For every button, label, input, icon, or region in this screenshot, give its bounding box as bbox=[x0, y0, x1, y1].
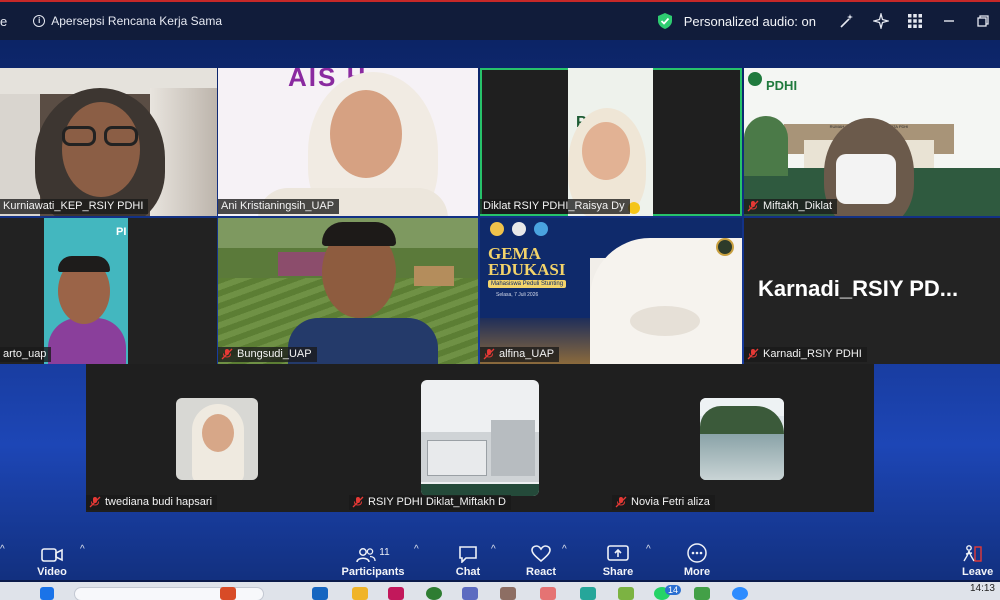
video-tile-active-speaker[interactable]: PDHI Diklat RSIY PDHI_Raisya Dy bbox=[480, 68, 742, 216]
profile-picture bbox=[421, 380, 539, 496]
participant-name-label: Diklat RSIY PDHI_Raisya Dy bbox=[480, 199, 630, 214]
leave-button[interactable]: Leave bbox=[962, 538, 1000, 582]
mic-muted-icon bbox=[483, 348, 495, 360]
video-tile-camera-off[interactable]: Karnadi_RSIY PD... Karnadi_RSIY PDHI bbox=[744, 218, 1000, 364]
profile-picture bbox=[700, 398, 784, 480]
video-tile[interactable]: Novia Fetri aliza bbox=[612, 364, 874, 512]
video-tile[interactable]: AIS H Ani Kristianingsih_UAP bbox=[218, 68, 478, 216]
participants-icon bbox=[356, 548, 376, 563]
sparkle-icon[interactable] bbox=[864, 4, 898, 38]
audio-options-caret-icon[interactable]: ^ bbox=[0, 544, 5, 555]
mic-muted-icon bbox=[89, 496, 101, 508]
zoom-app-icon[interactable] bbox=[732, 587, 748, 600]
background-banner-date: Selasa, 7 Juli 2026 bbox=[496, 292, 539, 298]
taskbar-app-icon[interactable] bbox=[500, 587, 516, 600]
video-tile[interactable]: PI arto_uap bbox=[0, 218, 217, 364]
share-screen-icon bbox=[607, 545, 629, 561]
gallery-strip: twediana budi hapsari RSIY PDHI Diklat_M… bbox=[86, 364, 874, 512]
mic-muted-icon bbox=[615, 496, 627, 508]
system-clock[interactable]: 14:13 bbox=[970, 583, 995, 594]
participant-name-label: RSIY PDHI Diklat_Miftakh D bbox=[349, 495, 511, 510]
browser-icon[interactable] bbox=[426, 587, 442, 600]
participant-name-label: twediana budi hapsari bbox=[86, 495, 218, 510]
camera-off-name-banner: Karnadi_RSIY PD... bbox=[758, 276, 959, 301]
participant-name-label: arto_uap bbox=[0, 347, 52, 362]
video-tile[interactable]: twediana budi hapsari bbox=[86, 364, 348, 512]
meeting-topic[interactable]: Apersepsi Rencana Kerja Sama bbox=[51, 14, 222, 28]
minimize-icon[interactable] bbox=[932, 4, 966, 38]
chat-options-caret-icon[interactable]: ^ bbox=[491, 544, 496, 555]
window-title-fragment: e bbox=[0, 13, 8, 29]
chat-icon bbox=[459, 546, 477, 563]
info-icon[interactable]: i bbox=[33, 15, 46, 27]
taskbar-app-icon[interactable] bbox=[462, 587, 478, 600]
video-tile[interactable]: PDHI RUMAH SAKIT ISLAM YOGYAKARTA PDHI M… bbox=[744, 68, 1000, 216]
video-options-caret-icon[interactable]: ^ bbox=[80, 544, 85, 555]
video-tile[interactable]: RSIY PDHI Diklat_Miftakh D bbox=[349, 364, 611, 512]
mic-muted-icon bbox=[747, 348, 759, 360]
profile-picture bbox=[176, 398, 258, 480]
taskbar-app-icon[interactable] bbox=[694, 587, 710, 600]
video-tile[interactable]: Bungsudi_UAP bbox=[218, 218, 478, 364]
notification-badge: 14 bbox=[665, 585, 682, 595]
mic-muted-icon bbox=[747, 200, 759, 212]
windows-start-icon[interactable] bbox=[40, 587, 54, 600]
participants-count: 11 bbox=[379, 547, 390, 558]
more-icon bbox=[687, 543, 707, 563]
grid-view-icon[interactable] bbox=[898, 4, 932, 38]
video-camera-icon bbox=[41, 548, 63, 562]
participant-name-label: Karnadi_RSIY PDHI bbox=[744, 347, 867, 362]
participant-name-label: Ani Kristianingsih_UAP bbox=[218, 199, 340, 214]
participant-name-label: Kurniawati_KEP_RSIY PDHI bbox=[0, 199, 149, 214]
mic-muted-icon bbox=[221, 348, 233, 360]
restore-icon[interactable] bbox=[966, 4, 1000, 38]
react-options-caret-icon[interactable]: ^ bbox=[562, 544, 567, 555]
heart-icon bbox=[531, 545, 551, 563]
leave-icon bbox=[963, 545, 982, 562]
taskbar-app-icon[interactable] bbox=[220, 587, 236, 600]
video-tile[interactable]: Kurniawati_KEP_RSIY PDHI bbox=[0, 68, 217, 216]
background-banner-title-2: EDUKASI bbox=[488, 260, 566, 279]
taskbar-app-icon[interactable] bbox=[312, 587, 328, 600]
taskbar-app-icon[interactable] bbox=[618, 587, 634, 600]
share-options-caret-icon[interactable]: ^ bbox=[646, 544, 651, 555]
more-button[interactable]: More bbox=[662, 538, 732, 582]
taskbar-app-icon[interactable] bbox=[388, 587, 404, 600]
meeting-stage: Kurniawati_KEP_RSIY PDHI AIS H Ani Krist… bbox=[0, 40, 1000, 580]
participant-name-label: Novia Fetri aliza bbox=[612, 495, 715, 510]
taskbar-app-icon[interactable] bbox=[580, 587, 596, 600]
video-tile[interactable]: GEMA EDUKASI Mahasiswa Peduli Stunting S… bbox=[480, 218, 742, 364]
participant-name-label: Miftakh_Diklat bbox=[744, 199, 838, 214]
participant-name-label: Bungsudi_UAP bbox=[218, 347, 317, 362]
title-bar: e i Apersepsi Rencana Kerja Sama Persona… bbox=[0, 0, 1000, 40]
file-explorer-icon[interactable] bbox=[352, 587, 368, 600]
os-taskbar: 14 14:13 bbox=[0, 582, 1000, 600]
meeting-toolbar: ^ Video ^ 11 Participants ^ Chat ^ React… bbox=[0, 538, 1000, 582]
background-logo-text: PDHI bbox=[766, 78, 798, 93]
taskbar-app-icon[interactable] bbox=[540, 587, 556, 600]
participants-button[interactable]: 11 Participants bbox=[338, 538, 408, 582]
mic-muted-icon bbox=[352, 496, 364, 508]
background-banner-subtitle: Mahasiswa Peduli Stunting bbox=[488, 280, 567, 288]
participants-options-caret-icon[interactable]: ^ bbox=[414, 544, 419, 555]
share-button[interactable]: Share bbox=[583, 538, 653, 582]
participant-name-label: alfina_UAP bbox=[480, 347, 560, 362]
video-button[interactable]: Video bbox=[17, 538, 87, 582]
audio-status[interactable]: Personalized audio: on bbox=[684, 14, 816, 29]
shield-check-icon[interactable] bbox=[657, 13, 672, 29]
magic-wand-icon[interactable] bbox=[830, 4, 864, 38]
background-corner-text: PI bbox=[116, 226, 127, 238]
